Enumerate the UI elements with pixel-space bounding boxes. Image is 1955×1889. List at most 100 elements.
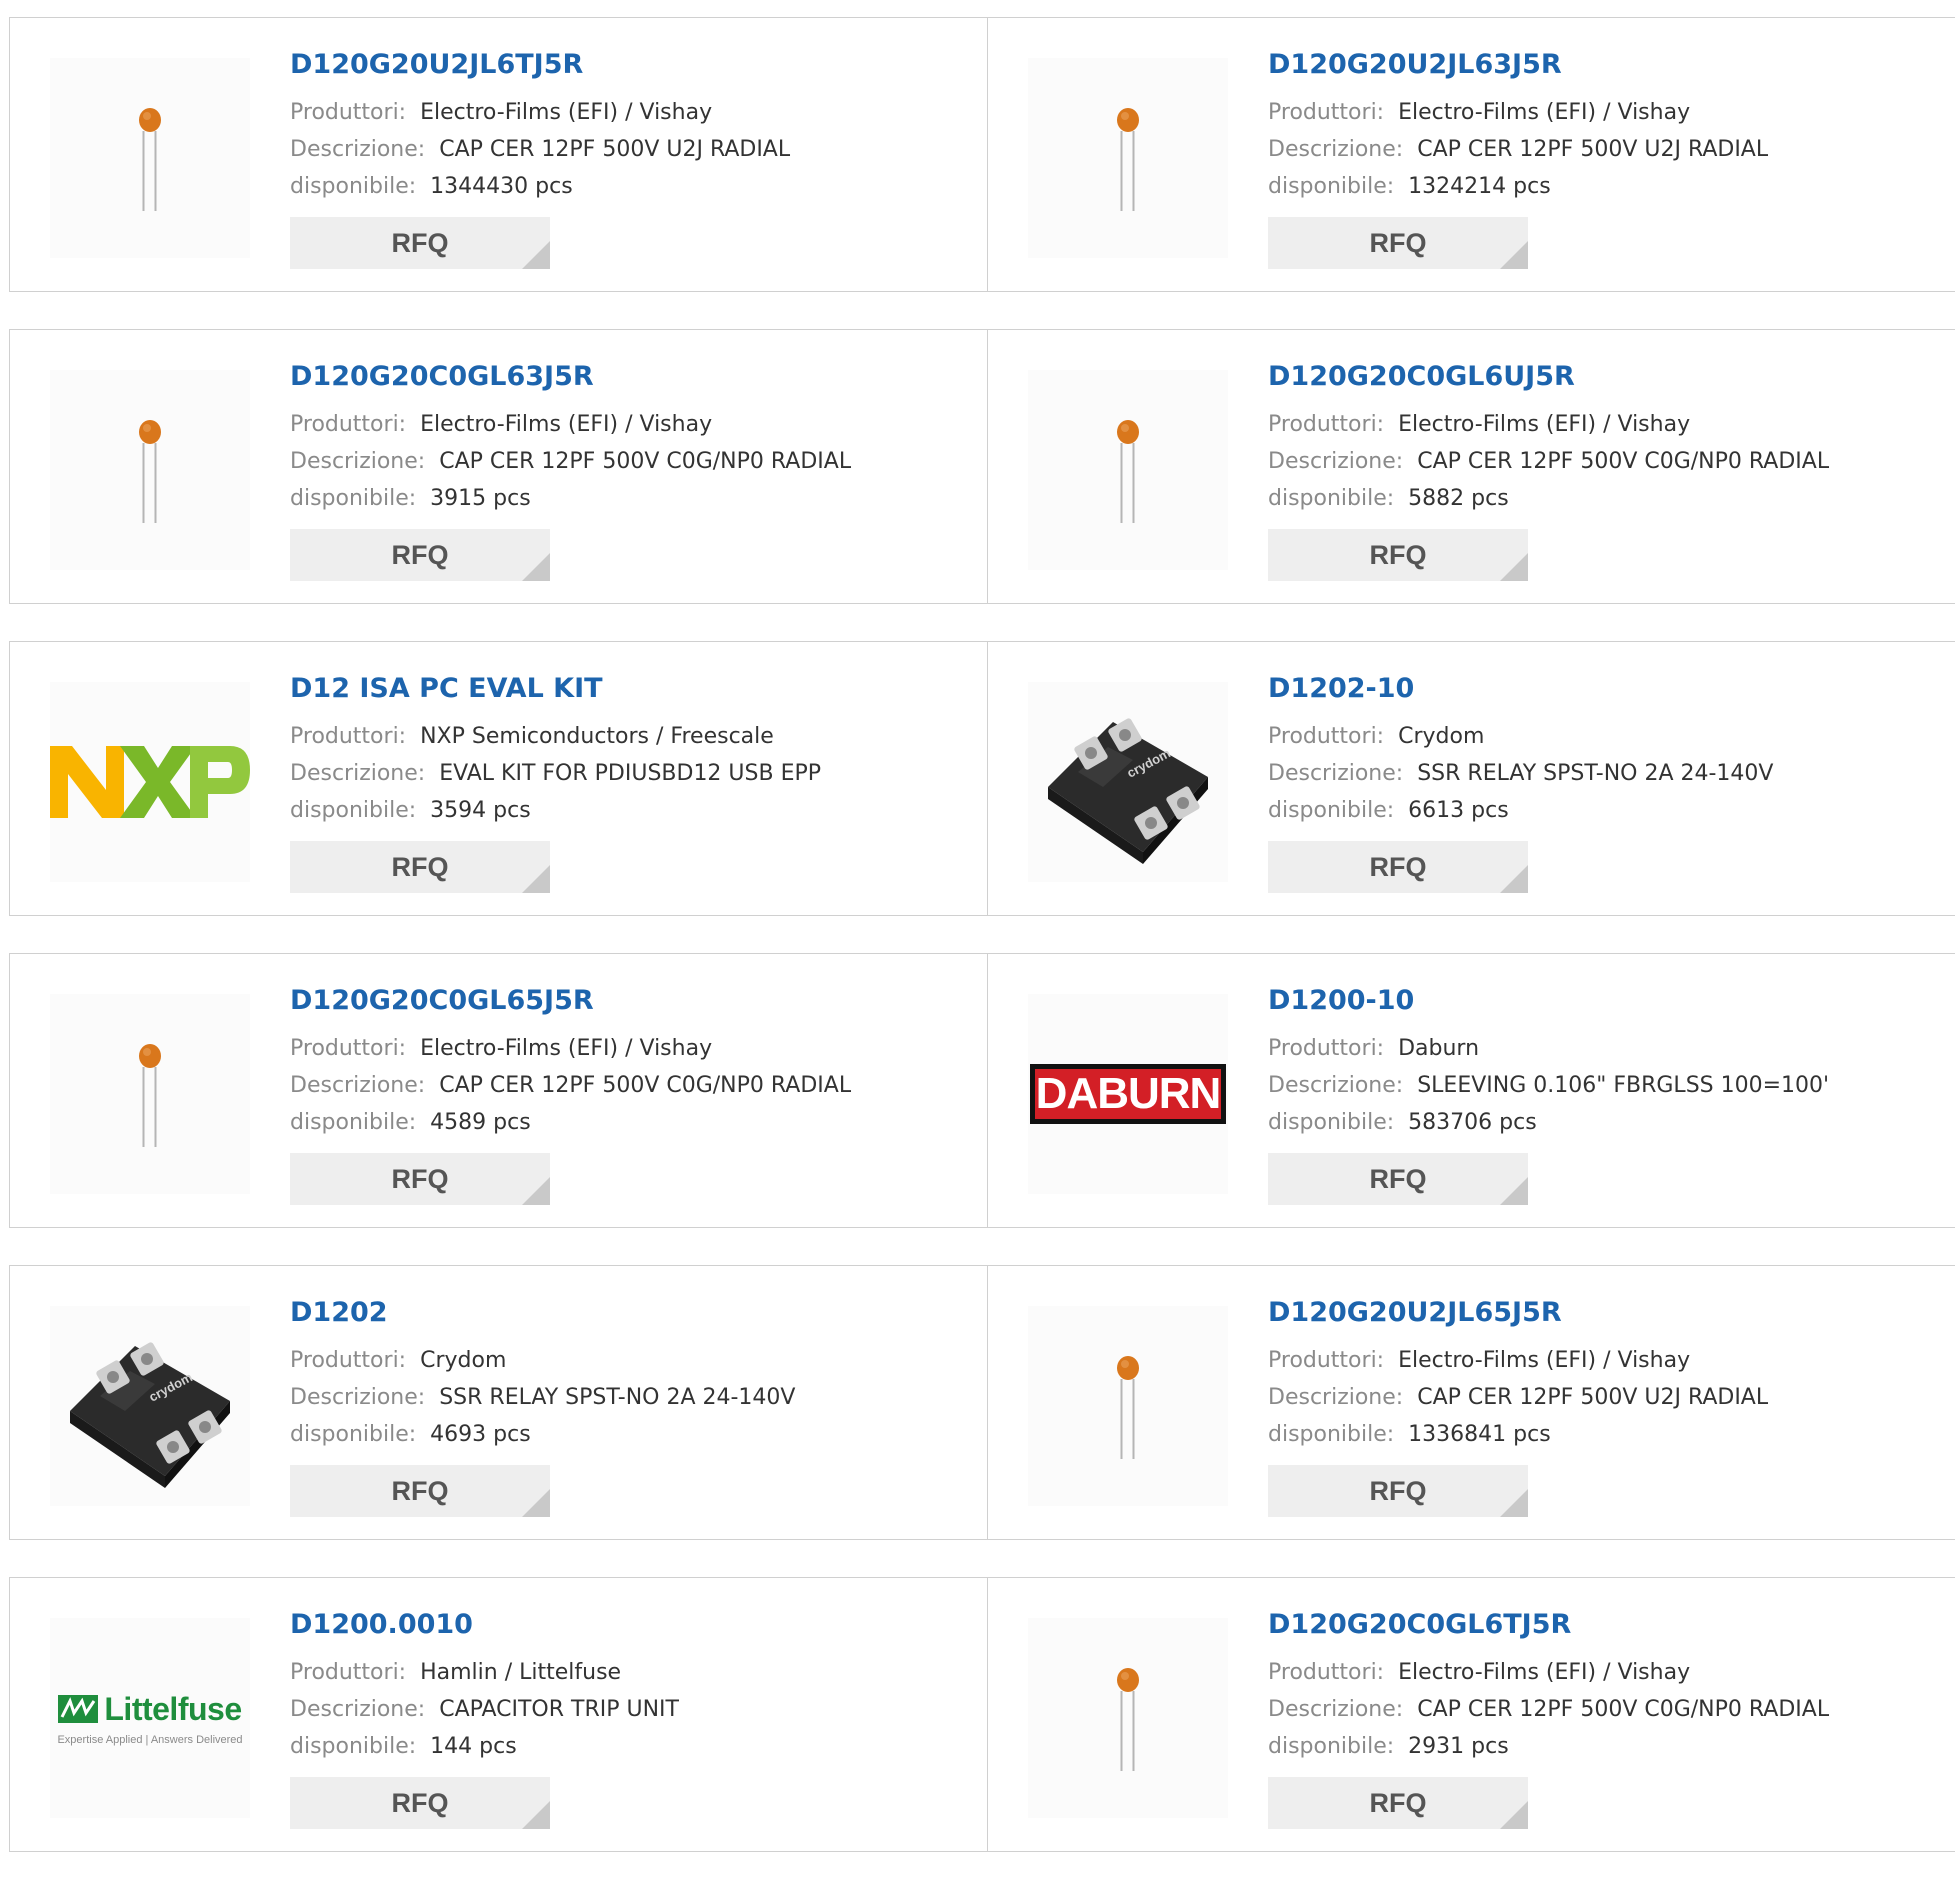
description-value: SSR RELAY SPST-NO 2A 24-140V xyxy=(1417,761,1774,786)
product-thumbnail[interactable]: crydom xyxy=(50,1306,250,1506)
manufacturer-value: Crydom xyxy=(420,1348,507,1373)
littelfuse-logo-image: Littelfuse Expertise Applied | Answers De… xyxy=(57,1690,243,1746)
product-thumbnail[interactable] xyxy=(50,370,250,570)
part-number-link[interactable]: D12 ISA PC EVAL KIT xyxy=(290,672,821,706)
part-number-link[interactable]: D120G20C0GL63J5R xyxy=(290,360,851,394)
availability-label: disponibile: xyxy=(290,486,417,511)
manufacturer-line: Produttori: Crydom xyxy=(1268,718,1773,755)
product-thumbnail[interactable]: Littelfuse Expertise Applied | Answers De… xyxy=(50,1618,250,1818)
rfq-button[interactable]: RFQ xyxy=(290,841,550,893)
rfq-button[interactable]: RFQ xyxy=(1268,1777,1528,1829)
description-value: CAP CER 12PF 500V U2J RADIAL xyxy=(1417,1385,1769,1410)
product-thumbnail[interactable] xyxy=(50,58,250,258)
manufacturer-label: Produttori: xyxy=(290,100,407,125)
part-number-link[interactable]: D120G20C0GL6TJ5R xyxy=(1268,1608,1829,1642)
daburn-logo-image: DABURN xyxy=(1030,1064,1226,1124)
part-number-link[interactable]: D120G20U2JL65J5R xyxy=(1268,1296,1768,1330)
availability-value: 583706 pcs xyxy=(1408,1110,1537,1135)
manufacturer-label: Produttori: xyxy=(290,412,407,437)
relay-image: crydom xyxy=(1048,718,1208,864)
availability-line: disponibile: 6613 pcs xyxy=(1268,792,1773,829)
product-thumbnail[interactable] xyxy=(1028,1306,1228,1506)
manufacturer-value: Electro-Films (EFI) / Vishay xyxy=(420,100,713,125)
product-card: D120G20C0GL6UJ5R Produttori: Electro-Films… xyxy=(987,330,1955,603)
capacitor-image xyxy=(1117,108,1139,211)
product-thumbnail[interactable]: crydom xyxy=(1028,682,1228,882)
nxp-logo-image xyxy=(50,746,250,818)
rfq-button[interactable]: RFQ xyxy=(1268,1153,1528,1205)
product-thumbnail[interactable] xyxy=(1028,58,1228,258)
manufacturer-line: Produttori: Electro-Films (EFI) / Vishay xyxy=(290,406,851,443)
rfq-button[interactable]: RFQ xyxy=(290,529,550,581)
availability-label: disponibile: xyxy=(290,1110,417,1135)
manufacturer-value: Electro-Films (EFI) / Vishay xyxy=(1398,1348,1691,1373)
product-thumbnail[interactable] xyxy=(1028,1618,1228,1818)
description-label: Descrizione: xyxy=(290,137,426,162)
manufacturer-value: Hamlin / Littelfuse xyxy=(420,1660,622,1685)
capacitor-image xyxy=(139,1044,161,1147)
product-info: D120G20C0GL6TJ5R Produttori: Electro-Films… xyxy=(1268,1608,1829,1829)
manufacturer-line: Produttori: Electro-Films (EFI) / Vishay xyxy=(290,94,790,131)
product-card: D120G20C0GL65J5R Produttori: Electro-Films… xyxy=(10,954,987,1227)
rfq-button[interactable]: RFQ xyxy=(1268,529,1528,581)
description-label: Descrizione: xyxy=(1268,761,1404,786)
part-number-link[interactable]: D1200-10 xyxy=(1268,984,1829,1018)
manufacturer-line: Produttori: Crydom xyxy=(290,1342,795,1379)
description-line: Descrizione: CAP CER 12PF 500V U2J RADIAL xyxy=(290,131,790,168)
part-number-link[interactable]: D120G20U2JL63J5R xyxy=(1268,48,1768,82)
product-info: D120G20C0GL63J5R Produttori: Electro-Films… xyxy=(290,360,851,581)
product-thumbnail[interactable] xyxy=(1028,370,1228,570)
product-card: D120G20C0GL63J5R Produttori: Electro-Films… xyxy=(10,330,987,603)
availability-value: 2931 pcs xyxy=(1408,1734,1509,1759)
product-grid: D120G20U2JL6TJ5R Produttori: Electro-Films… xyxy=(9,17,1955,1889)
part-number-link[interactable]: D1200.0010 xyxy=(290,1608,679,1642)
product-thumbnail[interactable]: DABURN xyxy=(1028,994,1228,1194)
relay-image: crydom xyxy=(70,1342,230,1488)
product-thumbnail[interactable] xyxy=(50,994,250,1194)
manufacturer-line: Produttori: Electro-Films (EFI) / Vishay xyxy=(1268,1342,1768,1379)
rfq-button[interactable]: RFQ xyxy=(1268,1465,1528,1517)
availability-value: 144 pcs xyxy=(430,1734,517,1759)
availability-label: disponibile: xyxy=(1268,174,1395,199)
description-value: CAP CER 12PF 500V C0G/NP0 RADIAL xyxy=(439,1073,852,1098)
rfq-button[interactable]: RFQ xyxy=(1268,841,1528,893)
description-label: Descrizione: xyxy=(1268,137,1404,162)
manufacturer-line: Produttori: Daburn xyxy=(1268,1030,1829,1067)
product-info: D1202-10 Produttori: Crydom Descrizione: SSR… xyxy=(1268,672,1773,893)
availability-line: disponibile: 1344430 pcs xyxy=(290,168,790,205)
capacitor-image xyxy=(139,108,161,211)
description-label: Descrizione: xyxy=(1268,1385,1404,1410)
description-value: CAPACITOR TRIP UNIT xyxy=(439,1697,679,1722)
description-line: Descrizione: CAP CER 12PF 500V U2J RADIAL xyxy=(1268,131,1768,168)
manufacturer-value: Daburn xyxy=(1398,1036,1480,1061)
product-row: crydom D1202 Produttori: Crydom Descrizione:… xyxy=(9,1265,1955,1540)
availability-value: 4589 pcs xyxy=(430,1110,531,1135)
product-card: DABURN D1200-10 Produttori: Daburn Descrizio… xyxy=(987,954,1955,1227)
capacitor-image xyxy=(1117,420,1139,523)
availability-label: disponibile: xyxy=(1268,486,1395,511)
product-thumbnail[interactable] xyxy=(50,682,250,882)
manufacturer-label: Produttori: xyxy=(1268,1348,1385,1373)
part-number-link[interactable]: D120G20C0GL65J5R xyxy=(290,984,851,1018)
description-label: Descrizione: xyxy=(290,761,426,786)
product-info: D12 ISA PC EVAL KIT Produttori: NXP Semico… xyxy=(290,672,821,893)
rfq-button[interactable]: RFQ xyxy=(290,1153,550,1205)
part-number-link[interactable]: D120G20U2JL6TJ5R xyxy=(290,48,790,82)
product-row: D120G20C0GL65J5R Produttori: Electro-Films… xyxy=(9,953,1955,1228)
description-line: Descrizione: CAP CER 12PF 500V C0G/NP0 RA… xyxy=(1268,1691,1829,1728)
rfq-button[interactable]: RFQ xyxy=(290,217,550,269)
product-card: Littelfuse Expertise Applied | Answers De… xyxy=(10,1578,987,1851)
part-number-link[interactable]: D120G20C0GL6UJ5R xyxy=(1268,360,1829,394)
description-label: Descrizione: xyxy=(1268,1073,1404,1098)
rfq-button[interactable]: RFQ xyxy=(290,1777,550,1829)
part-number-link[interactable]: D1202-10 xyxy=(1268,672,1773,706)
rfq-button[interactable]: RFQ xyxy=(1268,217,1528,269)
part-number-link[interactable]: D1202 xyxy=(290,1296,795,1330)
product-info: D120G20U2JL63J5R Produttori: Electro-Films… xyxy=(1268,48,1768,269)
availability-label: disponibile: xyxy=(1268,798,1395,823)
description-line: Descrizione: EVAL KIT FOR PDIUSBD12 USB E… xyxy=(290,755,821,792)
manufacturer-value: Electro-Films (EFI) / Vishay xyxy=(1398,412,1691,437)
littelfuse-mark-icon xyxy=(58,1695,99,1723)
manufacturer-line: Produttori: Electro-Films (EFI) / Vishay xyxy=(1268,94,1768,131)
rfq-button[interactable]: RFQ xyxy=(290,1465,550,1517)
